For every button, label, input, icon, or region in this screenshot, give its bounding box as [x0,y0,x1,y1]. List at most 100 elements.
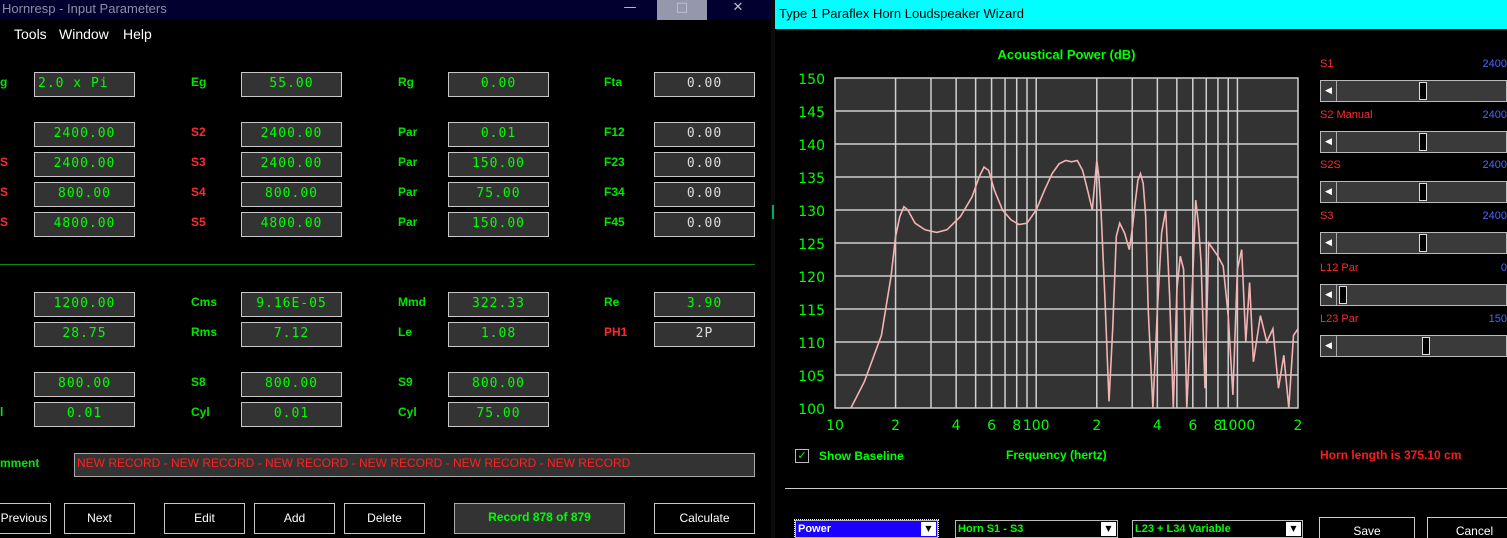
mmd-field[interactable]: 322.33 [448,292,549,317]
horn-dropdown[interactable]: Horn S1 - S3 ▼ [955,520,1118,538]
s3-left-field[interactable]: 800.00 [34,182,135,207]
chevron-down-icon[interactable]: ▼ [1286,522,1301,536]
slider-value: 2400 [1482,159,1507,171]
par-1-field[interactable]: 0.01 [448,122,549,147]
slider-thumb[interactable] [1339,286,1347,304]
slider-left-arrow-icon[interactable]: ◀ [1321,132,1337,152]
y-tick-label: 100 [798,402,825,418]
y-tick-label: 130 [798,204,825,220]
cyl-2-field[interactable]: 75.00 [448,402,549,427]
cms-field[interactable]: 9.16E-05 [241,292,342,317]
add-button[interactable]: Add [254,503,335,534]
menu-help[interactable]: Help [123,26,152,42]
label-le: Le [398,325,413,339]
f23-field[interactable]: 0.00 [654,152,755,177]
menu-bar: Tools Window Help [0,22,771,46]
parameter-slider[interactable]: ◀ [1320,232,1507,254]
slider-left-arrow-icon[interactable]: ◀ [1321,336,1337,356]
s8-field[interactable]: 800.00 [241,372,342,397]
f12-field[interactable]: 0.00 [654,122,755,147]
y-tick-label: 120 [798,270,825,286]
slider-thumb[interactable] [1418,133,1427,151]
s2-field[interactable]: 2400.00 [241,122,342,147]
label-par-4: Par [398,215,418,229]
slider-value: 2400 [1482,58,1507,70]
bl-field[interactable]: 28.75 [34,322,135,347]
previous-button[interactable]: Previous [0,503,51,534]
parameter-slider[interactable]: ◀ [1320,131,1507,153]
slider-left-arrow-icon[interactable]: ◀ [1321,233,1337,253]
y-tick-label: 125 [798,237,825,253]
slider-left-arrow-icon[interactable]: ◀ [1321,285,1337,305]
calculate-button[interactable]: Calculate [654,503,755,534]
s9-field[interactable]: 800.00 [448,372,549,397]
y-tick-label: 105 [798,369,825,385]
slider-thumb[interactable] [1418,234,1427,252]
f45-field[interactable]: 0.00 [654,212,755,237]
par-2-field[interactable]: 150.00 [448,152,549,177]
label-s-row3: S [0,155,9,169]
slider-thumb[interactable] [1418,183,1427,201]
y-tick-label: 150 [798,72,825,88]
re-field[interactable]: 3.90 [654,292,755,317]
parameter-slider[interactable]: ◀ [1320,181,1507,203]
s7-field[interactable]: 800.00 [34,372,135,397]
s1-field[interactable]: 2400.00 [34,122,135,147]
wizard-title-bar: Type 1 Paraflex Horn Loudspeaker Wizard [775,0,1507,29]
y-tick-label: 140 [798,138,825,154]
label-cms: Cms [191,295,218,309]
minimize-icon[interactable]: — [605,0,655,20]
par-4-field[interactable]: 150.00 [448,212,549,237]
x-tick-label: 10 [826,418,844,434]
eg-field[interactable]: 55.00 [241,72,342,97]
ang-field[interactable]: 2.0 x Pi [34,72,135,97]
label-f45: F45 [604,215,625,229]
mode-dropdown[interactable]: Power ▼ [794,519,939,538]
close-icon[interactable]: ✕ [713,0,763,20]
sd-field[interactable]: 1200.00 [34,292,135,317]
ph1-field[interactable]: 2P [654,322,755,347]
s5-field[interactable]: 4800.00 [241,212,342,237]
rms-field[interactable]: 7.12 [241,322,342,347]
show-baseline-label[interactable]: Show Baseline [819,449,904,463]
menu-window[interactable]: Window [59,26,109,42]
s4-left-field[interactable]: 4800.00 [34,212,135,237]
le-field[interactable]: 1.08 [448,322,549,347]
chevron-down-icon[interactable]: ▼ [1101,522,1116,536]
cyl-0-field[interactable]: 0.01 [34,402,135,427]
slider-thumb[interactable] [1418,82,1427,100]
chevron-down-icon[interactable]: ▼ [921,522,936,536]
next-button[interactable]: Next [64,503,135,534]
comment-field[interactable]: NEW RECORD - NEW RECORD - NEW RECORD - N… [74,453,755,477]
maximize-icon[interactable]: □ [657,0,707,20]
slider-value: 2400 [1482,210,1507,222]
parameter-slider[interactable]: ◀ [1320,335,1507,357]
s3-field[interactable]: 2400.00 [241,152,342,177]
edit-button[interactable]: Edit [164,503,245,534]
horn-length-readout: Horn length is 375.10 cm [1320,448,1462,462]
show-baseline-checkbox[interactable]: ✓ [795,449,809,463]
s4-field[interactable]: 800.00 [241,182,342,207]
s2-left-field[interactable]: 2400.00 [34,152,135,177]
wizard-window: Type 1 Paraflex Horn Loudspeaker Wizard … [775,0,1507,538]
slider-left-arrow-icon[interactable]: ◀ [1321,81,1337,101]
save-button[interactable]: Save [1319,517,1415,538]
rg-field[interactable]: 0.00 [448,72,549,97]
acoustical-power-chart: Acoustical Power (dB) 100 105 110 115 120 125 1… [798,47,1302,434]
parameter-slider[interactable]: ◀ [1320,80,1507,102]
slider-left-arrow-icon[interactable]: ◀ [1321,182,1337,202]
f34-field[interactable]: 0.00 [654,182,755,207]
par-3-field[interactable]: 75.00 [448,182,549,207]
menu-tools[interactable]: Tools [14,26,47,42]
cyl-1-field[interactable]: 0.01 [241,402,342,427]
label-comment: mment [0,456,40,470]
variable-dropdown[interactable]: L23 + L34 Variable ▼ [1132,520,1303,538]
label-ang: g [0,75,8,89]
label-mmd: Mmd [398,295,426,309]
slider-thumb[interactable] [1421,337,1430,355]
delete-button[interactable]: Delete [344,503,425,534]
x-tick-label: 1000 [1220,418,1256,434]
fta-field[interactable]: 0.00 [654,72,755,97]
parameter-slider[interactable]: ◀ [1320,284,1507,306]
cancel-button[interactable]: Cancel [1427,517,1507,538]
